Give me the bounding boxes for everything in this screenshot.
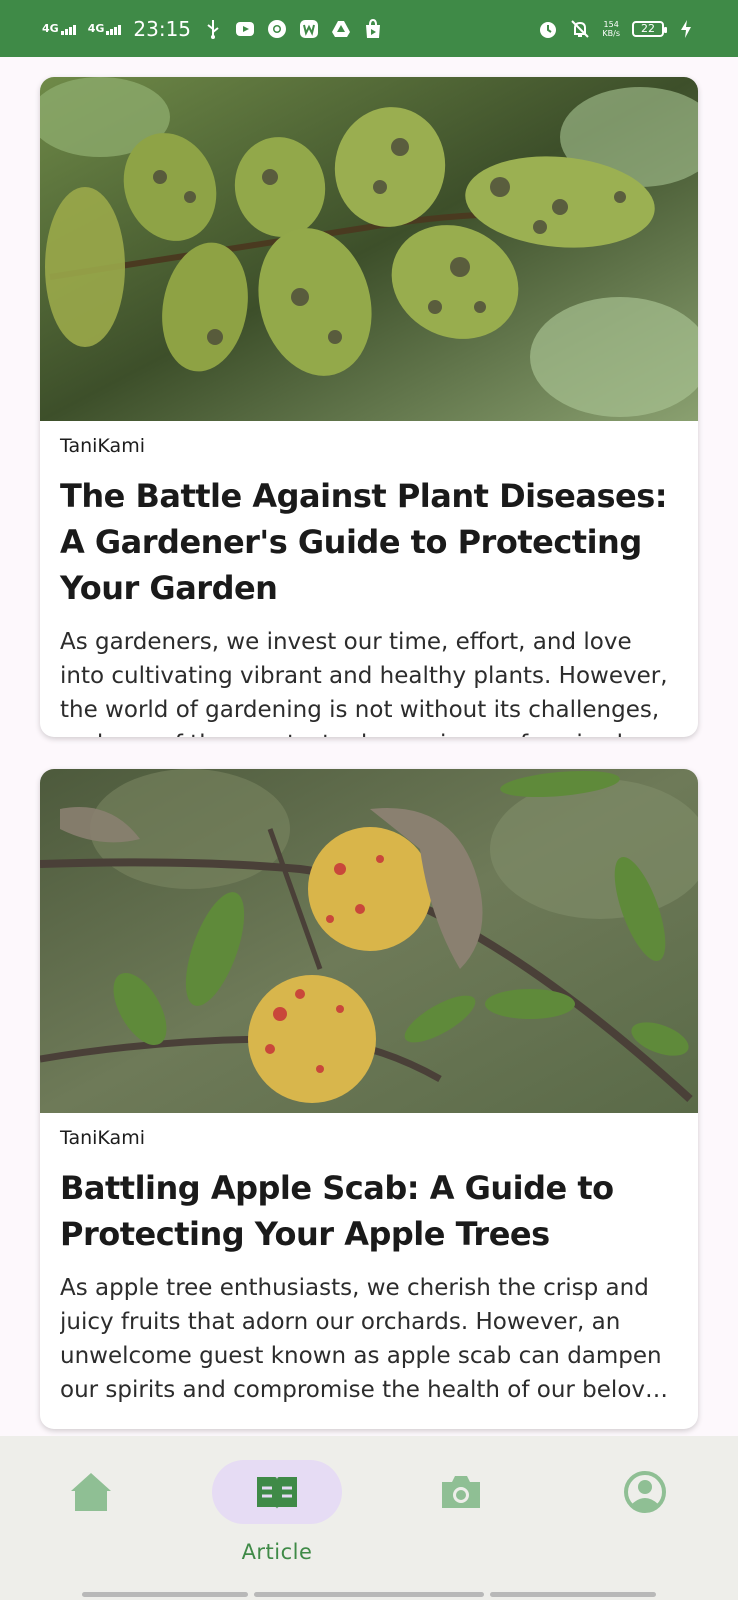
article-title: The Battle Against Plant Diseases: A Gar… — [60, 477, 668, 607]
status-bar: 4G 4G 23:15 154 KB/s 22 — [0, 0, 738, 57]
usb-icon — [203, 19, 223, 39]
gesture-bar — [490, 1592, 656, 1597]
profile-icon — [624, 1471, 666, 1513]
status-left: 4G 4G 23:15 — [42, 17, 383, 41]
battery-level: 22 — [641, 22, 655, 35]
article-image-leaf-spot — [40, 77, 698, 421]
charging-icon — [676, 19, 696, 39]
article-card[interactable]: TaniKami Battling Apple Scab: A Guide to… — [40, 769, 698, 1429]
chrome-icon — [267, 19, 287, 39]
nav-label-article: Article — [241, 1540, 313, 1564]
youtube-icon — [235, 19, 255, 39]
article-icon — [257, 1477, 297, 1509]
article-author: TaniKami — [60, 1127, 145, 1149]
signal-1: 4G — [42, 22, 76, 35]
signal-bars-icon — [106, 25, 122, 35]
article-card[interactable]: TaniKami The Battle Against Plant Diseas… — [40, 77, 698, 737]
network-label-1: 4G — [42, 22, 59, 35]
network-speed: 154 KB/s — [602, 20, 620, 38]
battery-icon: 22 — [632, 20, 667, 37]
signal-bars-icon — [60, 25, 76, 35]
nav-item-article[interactable]: Article — [212, 1460, 342, 1570]
drive-icon — [331, 19, 351, 39]
speed-unit: KB/s — [602, 28, 620, 38]
clock: 23:15 — [133, 16, 192, 41]
signal-2: 4G — [88, 22, 122, 35]
article-excerpt: As apple tree enthusiasts, we cherish th… — [60, 1275, 674, 1403]
nav-pill — [580, 1460, 710, 1524]
nav-item-profile[interactable] — [580, 1460, 710, 1570]
store-icon — [363, 18, 383, 39]
nav-item-home[interactable] — [26, 1460, 156, 1570]
article-image-apple-scab — [40, 769, 698, 1113]
bottom-navigation: Article — [0, 1436, 738, 1600]
alarm-icon — [538, 19, 558, 39]
camera-icon — [442, 1476, 480, 1508]
speed-value: 154 — [603, 19, 619, 29]
status-right: 154 KB/s 22 — [538, 19, 696, 39]
nav-pill-active — [212, 1460, 342, 1524]
nav-pill — [26, 1460, 156, 1524]
mute-notification-icon — [570, 19, 590, 39]
article-title: Battling Apple Scab: A Guide to Protecti… — [60, 1169, 614, 1253]
gesture-bar — [82, 1592, 248, 1597]
article-card-body: TaniKami Battling Apple Scab: A Guide to… — [40, 1113, 698, 1407]
home-icon — [71, 1473, 111, 1511]
nav-item-camera[interactable] — [396, 1460, 526, 1570]
app-w-icon — [299, 19, 319, 39]
gesture-bar — [254, 1592, 484, 1597]
article-excerpt: As gardeners, we invest our time, effort… — [60, 629, 668, 737]
nav-pill — [396, 1460, 526, 1524]
article-card-body: TaniKami The Battle Against Plant Diseas… — [40, 421, 698, 737]
article-author: TaniKami — [60, 435, 145, 457]
network-label-2: 4G — [87, 22, 105, 35]
